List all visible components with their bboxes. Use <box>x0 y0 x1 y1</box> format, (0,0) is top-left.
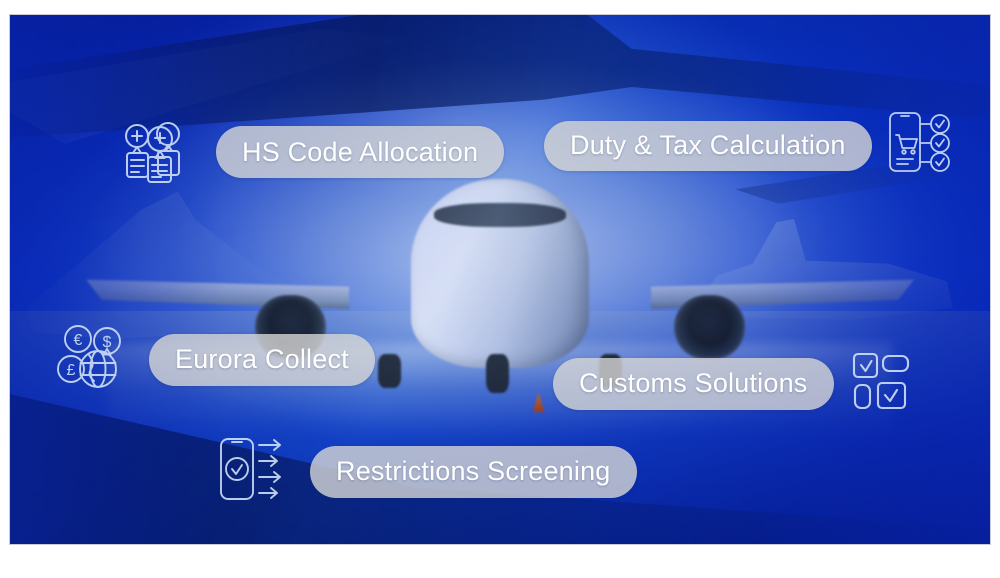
feature-row-customs-solutions: Customs Solutions <box>553 350 912 417</box>
svg-text:$: $ <box>103 334 112 351</box>
phone-cart-checklist-icon <box>886 107 958 184</box>
svg-text:£: £ <box>67 362 76 379</box>
feature-row-restrictions-screening: Restrictions Screening <box>216 434 637 509</box>
feature-pill-eurora-collect[interactable]: Eurora Collect <box>149 333 375 386</box>
checkbox-grid-icon <box>850 350 912 417</box>
phone-check-arrows-icon <box>216 434 296 509</box>
hero-image-frame: HS Code Allocation Duty & Tax Calculatio… <box>9 14 991 545</box>
svg-text:€: € <box>74 332 83 349</box>
feature-row-eurora-collect: € $ £ Eurora Collect <box>53 319 375 400</box>
feature-pill-restrictions-screening[interactable]: Restrictions Screening <box>310 445 637 498</box>
screenshot-root: HS Code Allocation Duty & Tax Calculatio… <box>0 0 1000 578</box>
currency-globe-icon: € $ £ <box>53 319 133 400</box>
feature-pill-duty-tax-calculation[interactable]: Duty & Tax Calculation <box>544 120 872 171</box>
feature-pill-hs-code-allocation[interactable]: HS Code Allocation <box>216 126 505 178</box>
document-tags-plus-icon <box>122 114 198 190</box>
feature-pill-customs-solutions[interactable]: Customs Solutions <box>553 357 834 410</box>
feature-row-hs-code-allocation: HS Code Allocation <box>122 114 505 190</box>
feature-row-duty-tax-calculation: Duty & Tax Calculation <box>544 107 958 184</box>
